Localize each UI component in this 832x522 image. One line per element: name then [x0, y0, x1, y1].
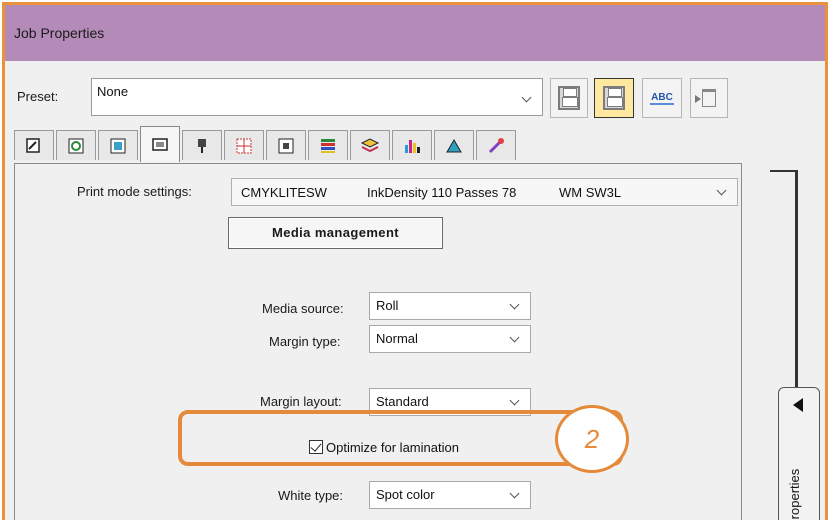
tab-grid-marks[interactable] — [224, 130, 264, 160]
chevron-down-icon — [509, 395, 520, 406]
window-title: Job Properties — [14, 25, 105, 41]
white-type-dropdown[interactable]: Spot color — [369, 481, 531, 509]
chevron-down-icon — [509, 332, 520, 343]
cutter-icon — [198, 138, 206, 153]
page-layout-icon — [26, 137, 40, 153]
layout-frame-icon — [278, 138, 294, 153]
tab-color-picker[interactable] — [476, 130, 516, 160]
printer-media-icon — [152, 137, 168, 151]
tab-ink-bars[interactable] — [392, 130, 432, 160]
delete-preset-button[interactable] — [690, 78, 728, 118]
media-management-button[interactable]: Media management — [228, 217, 443, 249]
collapse-arrow-icon — [793, 398, 803, 412]
preset-label: Preset: — [17, 89, 59, 104]
margin-type-label: Margin type: — [269, 334, 341, 349]
job-settings-panel: Print mode settings: CMYKLITESW InkDensi… — [14, 163, 742, 520]
tab-layers[interactable] — [350, 130, 390, 160]
color-shape-icon — [446, 138, 462, 152]
side-panel-splitter[interactable] — [770, 170, 798, 392]
media-source-label: Media source: — [262, 301, 344, 316]
ink-bars-icon — [405, 139, 420, 153]
tab-color-bars[interactable] — [308, 130, 348, 160]
floppy-disk-icon — [558, 86, 580, 110]
tab-page-layout[interactable] — [14, 130, 54, 160]
image-adjust-icon — [110, 138, 126, 153]
print-mode-label: Print mode settings: — [77, 184, 192, 199]
trash-icon — [695, 89, 716, 107]
save-preset-button[interactable] — [550, 78, 588, 118]
grid-marks-icon — [236, 138, 252, 153]
properties-side-tab[interactable]: Properties — [778, 387, 820, 520]
layers-icon — [360, 137, 380, 152]
color-rotate-icon — [68, 138, 84, 153]
tab-cutter[interactable] — [182, 130, 222, 160]
white-type-label: White type: — [278, 488, 344, 503]
media-source-value: Roll — [376, 298, 399, 313]
tab-layout-frame[interactable] — [266, 130, 306, 160]
print-mode-wm: WM SW3L — [559, 185, 622, 200]
floppy-disk-highlighted-icon — [603, 86, 625, 110]
chevron-down-icon — [509, 488, 520, 499]
preset-dropdown[interactable]: None — [91, 78, 543, 116]
chevron-down-icon — [509, 299, 520, 310]
chevron-down-icon — [521, 92, 532, 103]
print-mode-density: InkDensity 110 Passes 78 — [367, 185, 517, 200]
callout-number: 2 — [584, 423, 600, 454]
callout-badge: 2 — [555, 405, 629, 473]
margin-type-dropdown[interactable]: Normal — [369, 325, 531, 353]
tab-color-rotate[interactable] — [56, 130, 96, 160]
preset-value: None — [97, 84, 129, 99]
chevron-down-icon — [716, 185, 727, 196]
margin-layout-label: Margin layout: — [260, 394, 342, 409]
properties-side-tab-label: Properties — [787, 468, 802, 520]
tab-printer-media[interactable] — [140, 126, 180, 162]
color-picker-icon — [488, 137, 504, 153]
tab-image-adjust[interactable] — [98, 130, 138, 160]
save-as-preset-button[interactable] — [594, 78, 634, 118]
white-type-value: Spot color — [376, 487, 435, 502]
title-bar: Job Properties — [5, 5, 825, 61]
print-mode-name: CMYKLITESW — [241, 185, 327, 200]
abc-rename-icon: ABC — [650, 91, 674, 105]
rename-preset-button[interactable]: ABC — [642, 78, 682, 118]
media-source-dropdown[interactable]: Roll — [369, 292, 531, 320]
margin-type-value: Normal — [376, 331, 418, 346]
color-bars-icon — [321, 138, 335, 153]
print-mode-dropdown[interactable]: CMYKLITESW InkDensity 110 Passes 78 WM S… — [231, 178, 738, 206]
tab-color-shape[interactable] — [434, 130, 474, 160]
margin-layout-value: Standard — [376, 394, 429, 409]
